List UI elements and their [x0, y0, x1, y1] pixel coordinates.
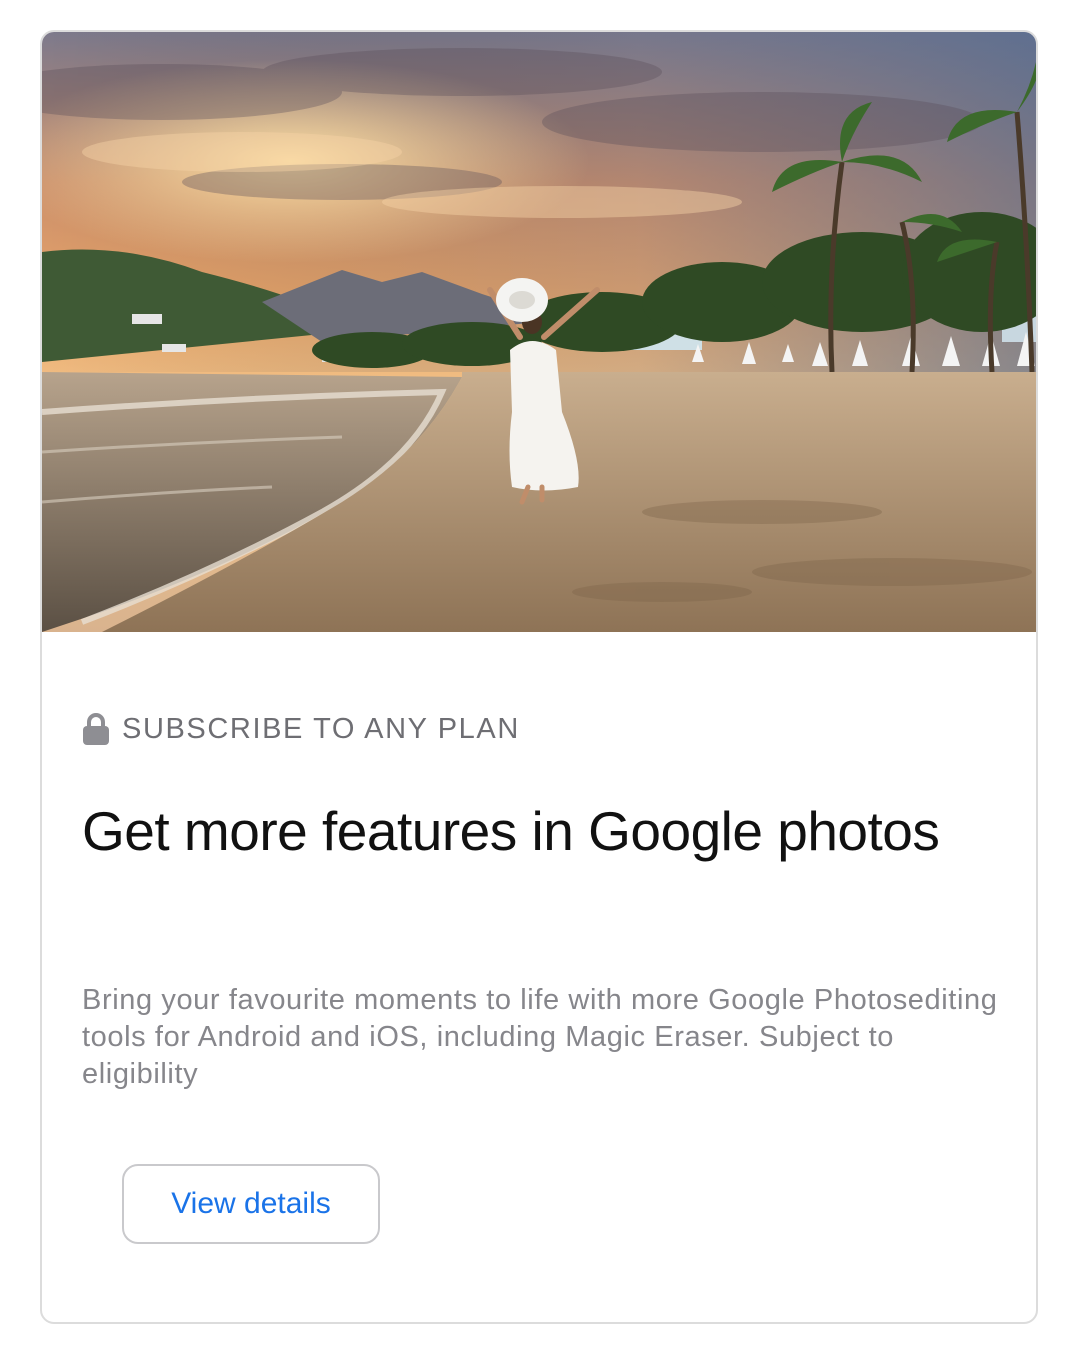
feature-card: SUBSCRIBE TO ANY PLAN Get more features …	[40, 30, 1038, 1324]
lock-icon	[82, 712, 110, 746]
card-description: Bring your favourite moments to life wit…	[82, 984, 998, 1090]
card-title: Get more features in Google photos	[82, 800, 940, 862]
eyebrow-text: SUBSCRIBE TO ANY PLAN	[122, 712, 520, 745]
beach-sunset-image	[42, 32, 1036, 632]
hero-image	[42, 32, 1036, 632]
eyebrow: SUBSCRIBE TO ANY PLAN	[82, 712, 520, 746]
view-details-button[interactable]: View details	[122, 1164, 380, 1244]
